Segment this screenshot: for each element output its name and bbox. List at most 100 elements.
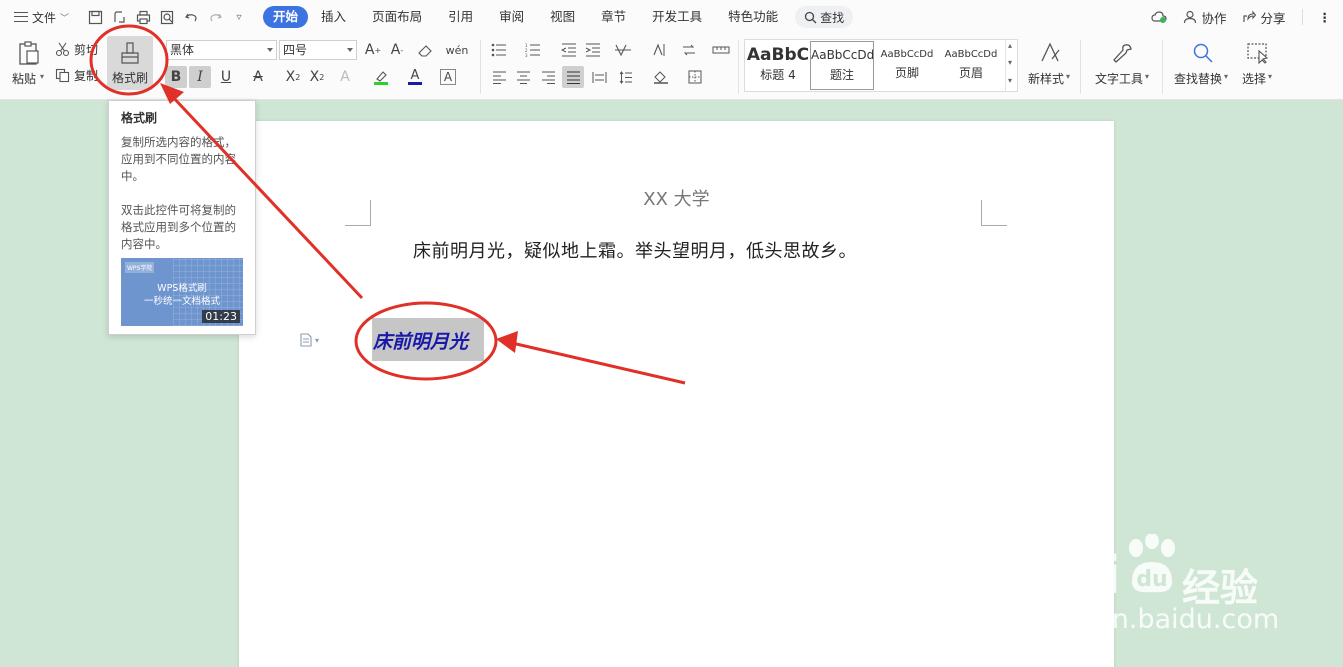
chinese-layout-icon[interactable] bbox=[612, 39, 634, 61]
svg-text:du: du bbox=[1136, 567, 1167, 592]
paragraph-layout-button[interactable]: ▾ bbox=[300, 331, 330, 349]
font-size-value: 四号 bbox=[283, 43, 308, 57]
tab-home[interactable]: 开始 bbox=[263, 6, 309, 28]
tab-chapter[interactable]: 章节 bbox=[588, 6, 639, 28]
video-title: WPS格式刷 bbox=[157, 283, 207, 294]
sort-icon[interactable] bbox=[678, 39, 700, 61]
font-name-select[interactable]: 黑体 bbox=[166, 40, 277, 60]
cut-button[interactable]: 剪切 bbox=[55, 40, 103, 58]
style-heading-4[interactable]: AaBbC 标题 4 bbox=[746, 41, 810, 90]
phonetic-guide-icon[interactable]: wén bbox=[442, 39, 472, 61]
divider bbox=[480, 40, 481, 94]
increase-indent-icon[interactable] bbox=[582, 39, 604, 61]
highlight-color-button[interactable] bbox=[370, 66, 392, 88]
character-border-button[interactable]: A bbox=[440, 69, 456, 85]
font-color-button[interactable]: A bbox=[404, 66, 426, 88]
style-name: 标题 4 bbox=[760, 68, 796, 82]
chevron-down-icon[interactable]: ▾ bbox=[1224, 72, 1228, 81]
align-right-icon[interactable] bbox=[537, 66, 559, 88]
strikethrough-button[interactable]: A bbox=[247, 66, 269, 88]
file-menu[interactable]: 文件 ﹀ bbox=[0, 0, 77, 34]
chevron-down-icon: ▾ bbox=[315, 335, 320, 345]
format-painter-button[interactable]: 格式刷 bbox=[107, 36, 153, 90]
paste-button[interactable] bbox=[12, 38, 46, 68]
save-icon[interactable] bbox=[83, 5, 107, 29]
undo-icon[interactable] bbox=[179, 5, 203, 29]
search-label: 查找 bbox=[820, 10, 845, 25]
share-button[interactable]: 分享 bbox=[1242, 8, 1286, 27]
style-header[interactable]: AaBbCcDd 页眉 bbox=[939, 41, 1003, 90]
new-style-button[interactable] bbox=[1030, 38, 1070, 68]
format-painter-label: 格式刷 bbox=[111, 70, 148, 85]
more-icon[interactable]: ⋮ bbox=[1319, 10, 1332, 25]
chevron-down-icon[interactable]: ▾ bbox=[1008, 58, 1012, 67]
select-button[interactable] bbox=[1240, 38, 1276, 68]
selected-text[interactable]: 床前明月光 bbox=[373, 327, 468, 354]
style-preview: AaBbCcDd bbox=[944, 49, 998, 60]
find-replace-button[interactable] bbox=[1185, 38, 1221, 68]
line-spacing-icon[interactable] bbox=[614, 66, 636, 88]
output-icon[interactable] bbox=[107, 5, 131, 29]
distributed-align-icon[interactable] bbox=[588, 66, 610, 88]
tab-page-layout[interactable]: 页面布局 bbox=[359, 6, 435, 28]
chevron-down-icon[interactable]: ▾ bbox=[40, 72, 44, 81]
tab-view[interactable]: 视图 bbox=[537, 6, 588, 28]
tab-insert[interactable]: 插入 bbox=[308, 6, 359, 28]
font-size-select[interactable]: 四号 bbox=[279, 40, 357, 60]
body-text-line[interactable]: 床前明月光，疑似地上霜。举头望明月，低头思故乡。 bbox=[413, 237, 857, 263]
baidu-jingyan-watermark: Bai du 经验 jingyan.baidu.com bbox=[1030, 530, 1320, 640]
align-center-icon[interactable] bbox=[512, 66, 534, 88]
chevron-down-icon: ﹀ bbox=[60, 13, 70, 24]
tab-special-features[interactable]: 特色功能 bbox=[715, 6, 791, 28]
clear-format-icon[interactable] bbox=[414, 39, 436, 61]
italic-button[interactable]: I bbox=[189, 66, 211, 88]
cowork-button[interactable]: 协作 bbox=[1183, 8, 1226, 27]
underline-button[interactable]: U bbox=[215, 66, 237, 88]
styles-gallery: AaBbC 标题 4 AaBbCcDd 题注 AaBbCcDd 页脚 AaBbC… bbox=[744, 39, 1018, 92]
borders-icon[interactable] bbox=[684, 66, 706, 88]
tutorial-video-thumbnail[interactable]: WPS学院 WPS格式刷 一秒统一文档格式 01:23 bbox=[121, 258, 243, 326]
text-tools-button[interactable] bbox=[1105, 38, 1141, 68]
tab-references[interactable]: 引用 bbox=[435, 6, 486, 28]
text-direction-icon[interactable] bbox=[648, 39, 670, 61]
redo-icon[interactable] bbox=[203, 5, 227, 29]
ruler-icon[interactable] bbox=[710, 39, 732, 61]
copy-button[interactable]: 复制 bbox=[55, 66, 103, 84]
customize-toolbar-icon[interactable]: ▿ bbox=[227, 5, 251, 29]
align-left-icon[interactable] bbox=[488, 66, 510, 88]
style-caption[interactable]: AaBbCcDd 题注 bbox=[810, 41, 874, 90]
ribbon-toolbar: 粘贴 ▾ 剪切 复制 格式刷 黑体 四号 A + A- wén B I U A X… bbox=[0, 34, 1343, 100]
search-icon bbox=[805, 11, 817, 23]
quick-access-toolbar: ▿ bbox=[83, 5, 251, 29]
bullet-list-icon[interactable] bbox=[488, 39, 510, 61]
numbered-list-icon[interactable]: 123 bbox=[522, 39, 544, 61]
expand-icon[interactable]: ▾ bbox=[1008, 76, 1012, 85]
justify-icon[interactable] bbox=[562, 66, 584, 88]
tab-developer[interactable]: 开发工具 bbox=[639, 6, 715, 28]
text-effect-button[interactable]: A bbox=[334, 66, 356, 88]
paste-label: 粘贴 bbox=[12, 72, 37, 86]
decrease-indent-icon[interactable] bbox=[558, 39, 580, 61]
user-icon bbox=[1184, 10, 1197, 24]
tab-review[interactable]: 审阅 bbox=[486, 6, 537, 28]
chevron-down-icon[interactable]: ▾ bbox=[1145, 72, 1149, 81]
search-button[interactable]: 查找 bbox=[795, 6, 854, 28]
document-page[interactable]: XX 大学 床前明月光，疑似地上霜。举头望明月，低头思故乡。 床前明月光 bbox=[239, 121, 1114, 667]
chevron-down-icon[interactable]: ▾ bbox=[1066, 72, 1070, 81]
subscript-button[interactable]: X2 bbox=[306, 66, 328, 88]
shrink-font-button[interactable]: A- bbox=[386, 39, 408, 61]
style-footer[interactable]: AaBbCcDd 页脚 bbox=[875, 41, 939, 90]
chevron-down-icon[interactable]: ▾ bbox=[1268, 72, 1272, 81]
superscript-button[interactable]: X2 bbox=[282, 66, 304, 88]
cloud-sync-icon[interactable] bbox=[1151, 10, 1168, 24]
styles-scrollbar[interactable]: ▴ ▾ ▾ bbox=[1005, 40, 1017, 91]
page-header-text[interactable]: XX 大学 bbox=[239, 185, 1114, 211]
bold-button[interactable]: B bbox=[165, 66, 187, 88]
chevron-up-icon[interactable]: ▴ bbox=[1008, 41, 1012, 50]
paw-logo-icon: du bbox=[1129, 534, 1175, 593]
shading-icon[interactable] bbox=[650, 66, 672, 88]
grow-font-button[interactable]: A + bbox=[362, 39, 384, 61]
style-preview: AaBbCcDd bbox=[811, 48, 873, 62]
print-preview-icon[interactable] bbox=[155, 5, 179, 29]
print-icon[interactable] bbox=[131, 5, 155, 29]
